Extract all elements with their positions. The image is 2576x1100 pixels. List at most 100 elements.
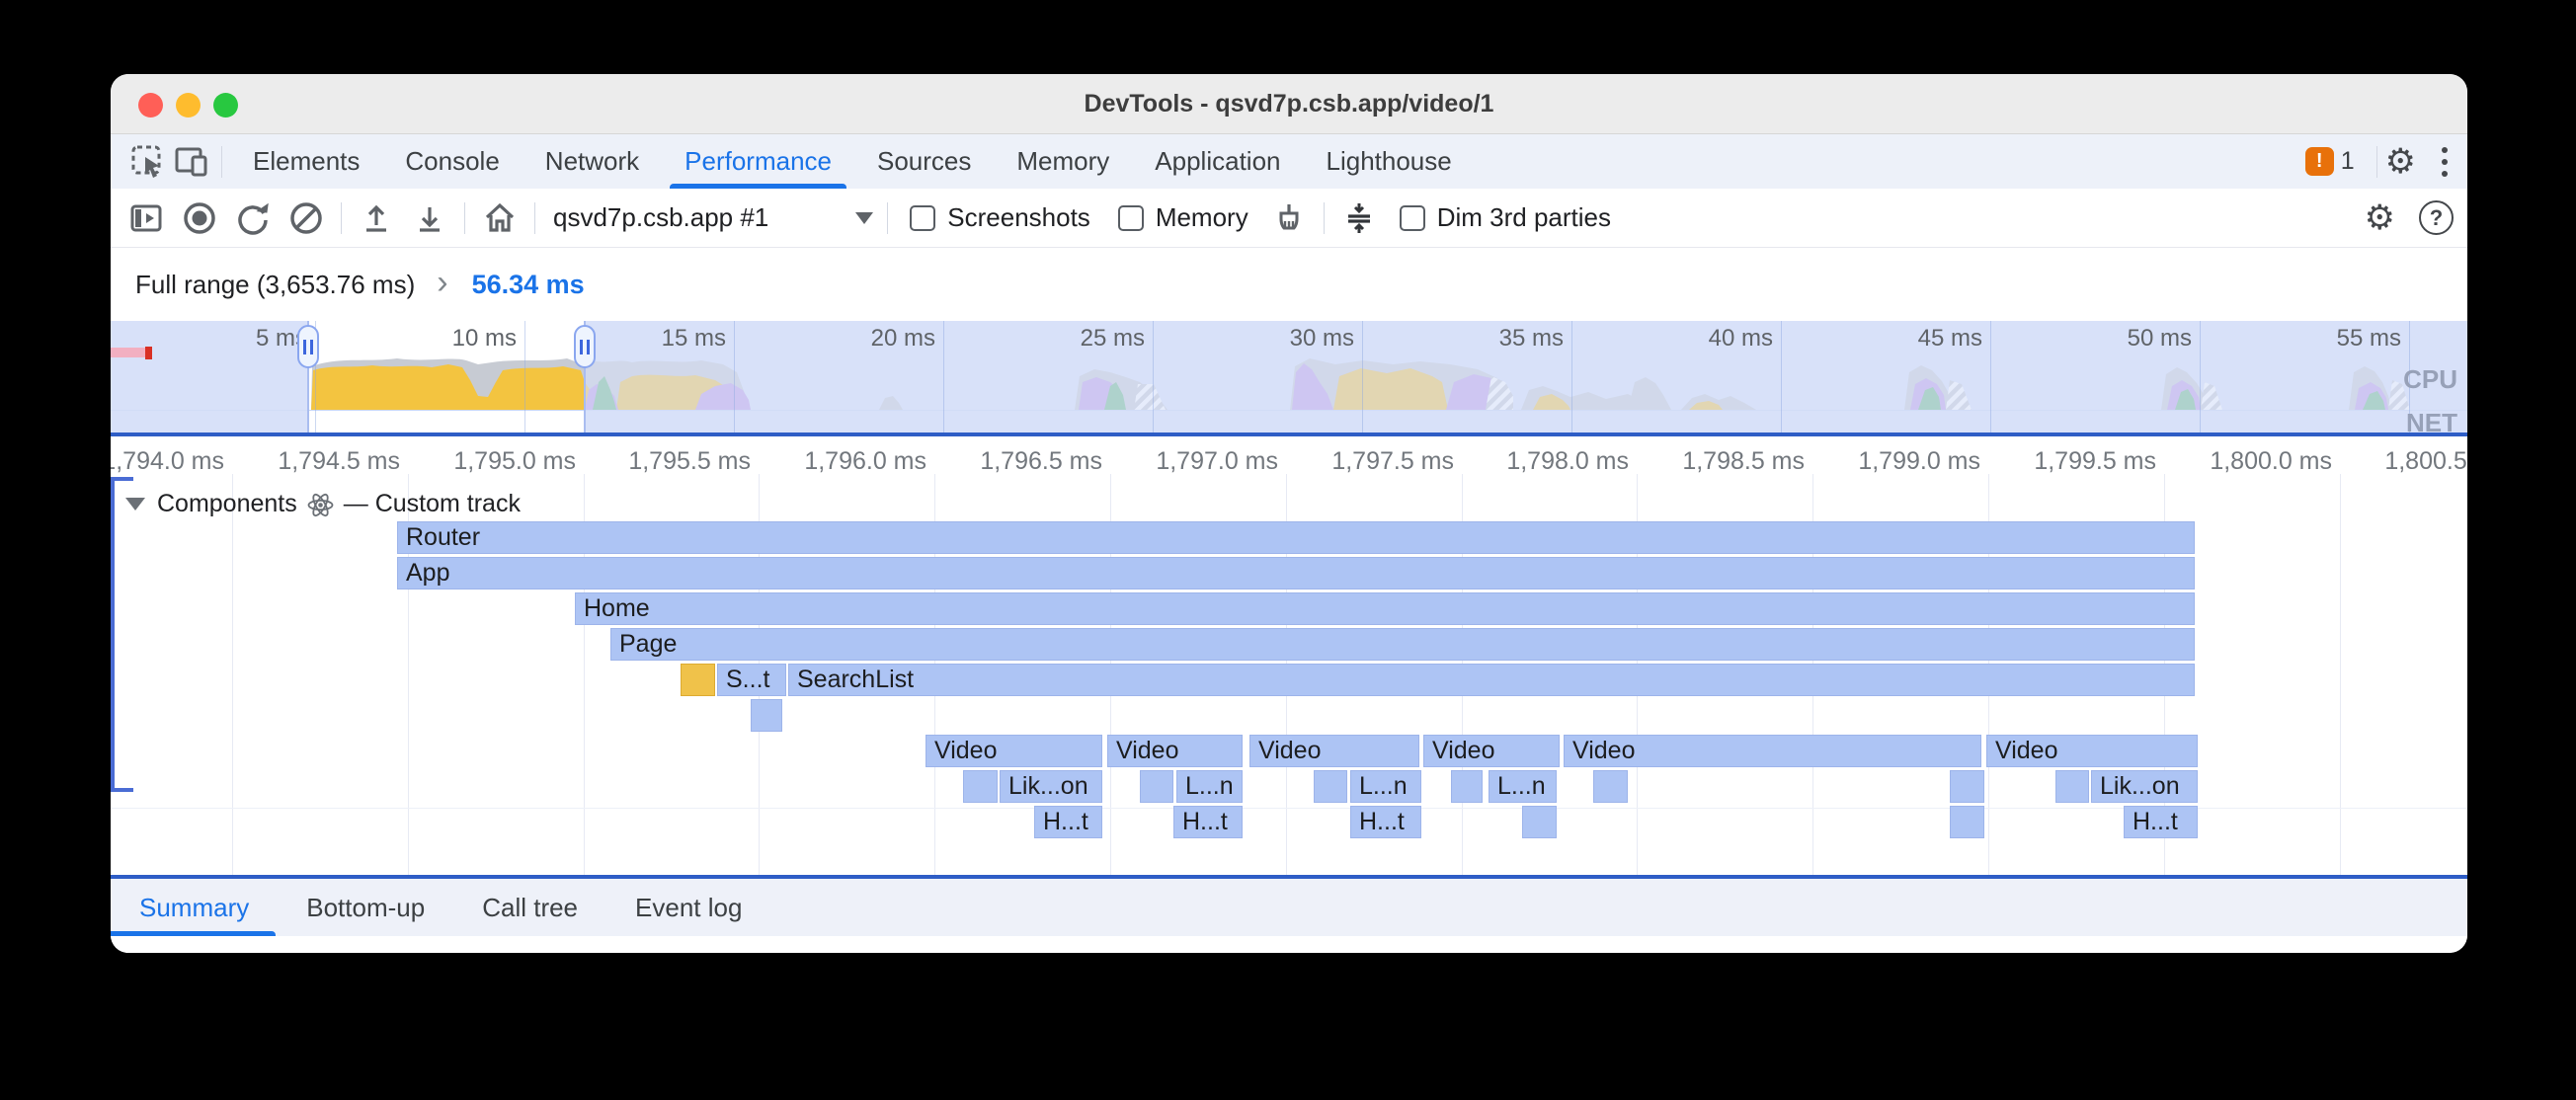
timeline-overview[interactable]: 5 ms10 ms15 ms20 ms25 ms30 ms35 ms40 ms4… [111,321,2467,432]
toggle-sidebar-icon[interactable] [124,196,168,240]
chevron-down-icon [855,212,873,224]
tab-lighthouse[interactable]: Lighthouse [1304,134,1475,189]
interaction-marker [111,348,146,357]
flame-bar-h-t[interactable]: H...t [1034,806,1102,838]
flame-bar[interactable] [751,699,782,732]
memory-checkbox[interactable] [1118,205,1144,231]
ruler-tick-label: 1,798.5 ms [1682,436,1805,486]
flame-bar-app[interactable]: App [397,557,2195,589]
collapse-triangle-icon[interactable] [125,498,145,511]
flame-bar[interactable] [1522,806,1557,838]
selection-right-handle[interactable] [574,325,596,368]
flame-gridline [2340,474,2341,875]
flame-bar-lik-on[interactable]: Lik...on [1000,770,1102,803]
overview-gridline [1153,321,1154,432]
flame-bar-h-t[interactable]: H...t [1350,806,1421,838]
memory-label: Memory [1156,202,1248,233]
flame-bar-router[interactable]: Router [397,521,2195,554]
dim-3rd-parties-checkbox-group[interactable]: Dim 3rd parties [1400,202,1611,233]
tab-application[interactable]: Application [1132,134,1303,189]
track-focus-bracket [111,477,115,792]
record-and-reload-icon[interactable] [231,196,275,240]
home-icon[interactable] [478,196,522,240]
flame-bar-video[interactable]: Video [1564,735,1981,767]
flame-bar[interactable] [963,770,998,803]
overview-tick-label: 20 ms [871,324,935,354]
net-track-label: NET [2406,408,2457,432]
inspect-element-icon[interactable] [126,140,170,184]
flame-bar[interactable] [1950,770,1984,803]
flame-bar-video[interactable]: Video [1107,735,1243,767]
garbage-collect-icon[interactable] [1267,196,1311,240]
collapse-tracks-icon[interactable] [1337,196,1381,240]
selection-left-handle[interactable] [297,325,319,368]
flame-bar-searchlist[interactable]: SearchList [788,664,2195,696]
overview-tick-label: 25 ms [1081,324,1145,354]
flame-bar[interactable] [1593,770,1628,803]
flame-bar-video[interactable]: Video [1986,735,2198,767]
breadcrumb-full-range[interactable]: Full range (3,653.76 ms) [135,270,415,300]
flame-bar-h-t[interactable]: H...t [1173,806,1243,838]
separator [341,202,342,234]
toolbar-right: ⚙ ? [2365,200,2454,235]
separator [464,202,465,234]
flame-bar[interactable] [1451,770,1483,803]
flame-bar[interactable] [1314,770,1347,803]
performance-toolbar: qsvd7p.csb.app #1 Screenshots Memory [111,189,2467,248]
panel-tabs: ElementsConsoleNetworkPerformanceSources… [230,134,1475,189]
flame-bar[interactable] [681,664,715,696]
dim-3rd-parties-checkbox[interactable] [1400,205,1425,231]
tab-console[interactable]: Console [382,134,522,189]
flame-bar[interactable] [1950,806,1984,838]
flame-gridline [232,474,233,875]
target-selector[interactable]: qsvd7p.csb.app #1 [553,202,873,233]
flame-bar-home[interactable]: Home [575,592,2195,625]
flame-bar[interactable] [1140,770,1173,803]
issues-icon[interactable]: ! [2305,147,2334,176]
capture-settings-gear-icon[interactable]: ⚙ [2365,200,2395,235]
bottom-tab-bottom-up[interactable]: Bottom-up [278,879,453,936]
devtools-window: DevTools - qsvd7p.csb.app/video/1 Elemen… [111,74,2467,953]
tab-memory[interactable]: Memory [994,134,1132,189]
record-icon[interactable] [178,196,221,240]
bottom-tab-event-log[interactable]: Event log [606,879,770,936]
screenshots-checkbox-group[interactable]: Screenshots [910,202,1090,233]
flame-bar-video[interactable]: Video [926,735,1102,767]
settings-gear-icon[interactable]: ⚙ [2385,144,2416,179]
flame-bar-h-t[interactable]: H...t [2124,806,2198,838]
flame-bar-l-n[interactable]: L...n [1176,770,1243,803]
flame-bar-page[interactable]: Page [610,628,2195,661]
overview-tick-label: 45 ms [1918,324,1982,354]
clear-icon[interactable] [284,196,328,240]
upload-profile-icon[interactable] [355,196,398,240]
flame-bar-lik-on[interactable]: Lik...on [2091,770,2198,803]
more-options-icon[interactable] [2442,147,2448,177]
flame-bar-s-t[interactable]: S...t [717,664,786,696]
flame-bar-l-n[interactable]: L...n [1350,770,1421,803]
flame-bar-l-n[interactable]: L...n [1489,770,1557,803]
breadcrumb-selected-range[interactable]: 56.34 ms [472,270,585,300]
tab-sources[interactable]: Sources [854,134,994,189]
flame-bar-video[interactable]: Video [1249,735,1419,767]
ruler-tick-label: 1,796.5 ms [980,436,1102,486]
memory-checkbox-group[interactable]: Memory [1118,202,1248,233]
screenshots-checkbox[interactable] [910,205,935,231]
ruler-tick-label: 1,797.0 ms [1156,436,1278,486]
tab-network[interactable]: Network [523,134,662,189]
ruler-tick-label: 1,800.0 ms [2210,436,2332,486]
overview-gridline [524,321,525,432]
flame-chart[interactable]: Components — Custom track RouterAppHomeP… [111,486,2467,875]
overview-tick-label: 30 ms [1290,324,1354,354]
ruler-tick-label: 1,798.0 ms [1506,436,1629,486]
bottom-tab-call-tree[interactable]: Call tree [453,879,606,936]
download-profile-icon[interactable] [408,196,451,240]
device-toolbar-icon[interactable] [170,140,213,184]
flame-bar-video[interactable]: Video [1423,735,1560,767]
tab-elements[interactable]: Elements [230,134,382,189]
track-header[interactable]: Components — Custom track [125,490,521,518]
bottom-tab-summary[interactable]: Summary [111,879,278,936]
tab-performance[interactable]: Performance [662,134,854,189]
flame-bar[interactable] [2055,770,2089,803]
separator [1324,202,1325,234]
help-icon[interactable]: ? [2419,200,2454,235]
